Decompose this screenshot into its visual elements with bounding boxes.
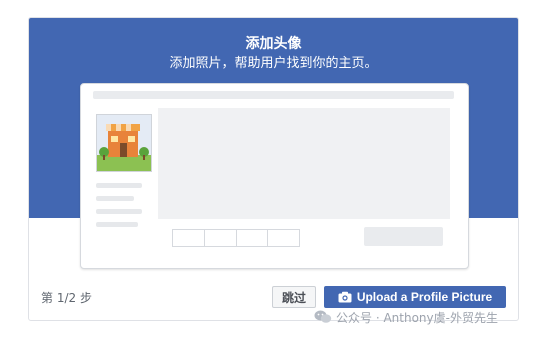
preview-text-line	[96, 183, 142, 188]
preview-tab	[237, 230, 269, 246]
step-indicator: 第 1/2 步	[41, 291, 92, 305]
preview-text-line	[96, 196, 134, 201]
preview-action-button	[364, 227, 443, 246]
camera-icon	[338, 291, 352, 303]
preview-topbar	[93, 91, 454, 99]
wechat-icon	[314, 310, 332, 323]
dialog-subtitle: 添加照片，帮助用户找到你的主页。	[169, 56, 378, 71]
page-preview-illustration	[80, 83, 469, 269]
add-profile-picture-dialog: 添加头像 添加照片，帮助用户找到你的主页。 第 1/2 步 跳过 Upload …	[28, 17, 519, 321]
storefront-icon	[97, 115, 151, 171]
preview-tab	[205, 230, 237, 246]
watermark-text: 公众号 · Anthony虞-外贸先生	[336, 310, 498, 325]
preview-tab	[173, 230, 205, 246]
upload-button-label: Upload a Profile Picture	[356, 290, 493, 304]
preview-cover-photo	[158, 108, 450, 219]
preview-text-line	[96, 222, 138, 227]
watermark: 公众号 · Anthony虞-外贸先生	[314, 308, 544, 326]
preview-tab	[268, 230, 299, 246]
upload-profile-picture-button[interactable]: Upload a Profile Picture	[324, 286, 506, 308]
skip-button[interactable]: 跳过	[272, 286, 316, 308]
preview-tabs	[172, 229, 300, 247]
dialog-title: 添加头像	[245, 36, 302, 52]
preview-text-line	[96, 209, 142, 214]
preview-avatar	[96, 114, 152, 172]
